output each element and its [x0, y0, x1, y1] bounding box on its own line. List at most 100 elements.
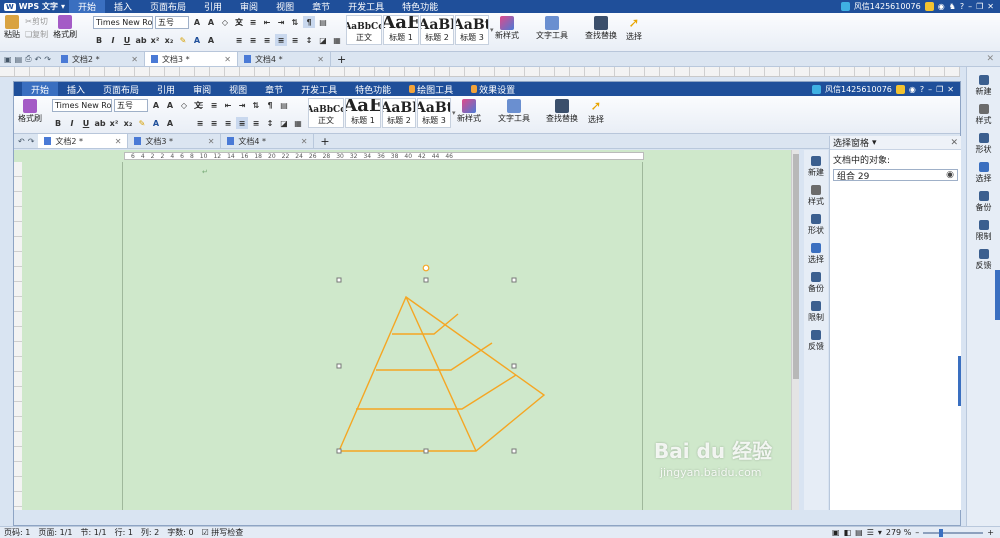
handle-bottom-left[interactable]	[336, 448, 342, 454]
view-page-icon[interactable]: ▣	[832, 528, 840, 537]
restore-icon[interactable]: ❐	[936, 85, 943, 94]
shrink-font-icon[interactable]: A	[164, 100, 176, 112]
undo-icon[interactable]: ↶	[35, 55, 42, 64]
strike-icon[interactable]: ab	[135, 34, 147, 46]
side-button-5[interactable]: 限制	[808, 301, 824, 323]
menu-3[interactable]: 引用	[195, 0, 231, 13]
select-button[interactable]: ➚ 选择	[626, 16, 642, 42]
side-button-6[interactable]: 反馈	[976, 249, 992, 271]
copy-button[interactable]: ❏ 复制	[25, 29, 48, 40]
font-size-select[interactable]: 五号	[114, 99, 148, 112]
outdent-icon[interactable]: ⇤	[222, 99, 234, 111]
inner-menu-7[interactable]: 开发工具	[292, 82, 346, 96]
tab-close-icon[interactable]: ✕	[115, 137, 122, 146]
shading-icon[interactable]: ◪	[317, 34, 329, 46]
side-button-2[interactable]: 形状	[976, 133, 992, 155]
distribute-icon[interactable]: ≡	[289, 34, 301, 46]
side-button-3[interactable]: 选择	[976, 162, 992, 184]
italic-icon[interactable]: I	[107, 34, 119, 46]
style-1[interactable]: AaE 标题 1	[383, 15, 419, 45]
tab-close-icon[interactable]: ✕	[208, 137, 215, 146]
align-center-icon[interactable]: ≡	[208, 117, 220, 129]
handle-top-right[interactable]	[511, 277, 517, 283]
outdent-icon[interactable]: ⇤	[261, 16, 273, 28]
open-icon[interactable]: ▤	[15, 55, 23, 64]
pyramid-line-3[interactable]	[356, 374, 517, 410]
folder-icon[interactable]	[895, 84, 905, 94]
handle-right[interactable]	[511, 363, 517, 369]
styles-more-icon[interactable]: ▾	[490, 26, 494, 34]
distribute-icon[interactable]: ≡	[250, 117, 262, 129]
eye-icon[interactable]: ◉	[946, 170, 954, 180]
underline-icon[interactable]: U	[121, 34, 133, 46]
paragraph-icon[interactable]: ▤	[278, 99, 290, 111]
scroll-thumb[interactable]	[793, 154, 799, 379]
rotate-handle[interactable]	[422, 264, 430, 272]
italic-icon[interactable]: I	[66, 117, 78, 129]
new-tab-button[interactable]: +	[331, 53, 352, 66]
handle-top-left[interactable]	[336, 277, 342, 283]
inner-menu-4[interactable]: 审阅	[184, 82, 220, 96]
pyramid-line-2[interactable]	[376, 342, 493, 371]
chevron-down-icon[interactable]: ▾	[872, 138, 877, 148]
menu-7[interactable]: 开发工具	[339, 0, 393, 13]
cut-button[interactable]: ✂ 剪切	[25, 16, 48, 27]
align-left-icon[interactable]: ≡	[194, 117, 206, 129]
skin-icon[interactable]: ◉	[909, 85, 916, 94]
subscript-icon[interactable]: x₂	[163, 34, 175, 46]
side-button-0[interactable]: 新建	[808, 156, 824, 178]
minimize-icon[interactable]: –	[928, 85, 932, 94]
grow-font-icon[interactable]: A	[191, 17, 203, 29]
doc-tab-0[interactable]: 文档2 * ✕	[38, 134, 129, 148]
inner-menu-9[interactable]: 绘图工具	[400, 82, 462, 96]
line-spacing-icon[interactable]: ↕	[264, 117, 276, 129]
zoom-slider[interactable]	[923, 528, 984, 537]
justify-icon[interactable]: ≡	[236, 117, 248, 129]
char-border-icon[interactable]: A	[205, 34, 217, 46]
font-color-icon[interactable]: A	[150, 117, 162, 129]
text-tools-button[interactable]: 文字工具	[498, 99, 530, 124]
shading-icon[interactable]: ◪	[278, 117, 290, 129]
highlight-icon[interactable]: ✎	[177, 34, 189, 46]
shirt-icon[interactable]: ♞	[949, 2, 956, 11]
restore-icon[interactable]: ❐	[976, 2, 983, 11]
menu-0[interactable]: 开始	[68, 0, 105, 13]
style-2[interactable]: AaBl 标题 2	[420, 15, 454, 45]
save-icon[interactable]: ▣	[4, 55, 12, 64]
close-icon[interactable]: ✕	[987, 2, 994, 11]
print-icon[interactable]: ⎙	[25, 54, 31, 64]
border-icon[interactable]: ▦	[292, 117, 304, 129]
new-style-button[interactable]: 新样式	[495, 16, 519, 41]
font-color-icon[interactable]: A	[191, 34, 203, 46]
find-replace-button[interactable]: 查找替换	[546, 99, 578, 124]
close-icon[interactable]: ✕	[947, 85, 954, 94]
grow-font-icon[interactable]: A	[150, 100, 162, 112]
menu-2[interactable]: 页面布局	[141, 0, 195, 13]
side-button-4[interactable]: 备份	[976, 191, 992, 213]
inner-menu-5[interactable]: 视图	[220, 82, 256, 96]
char-border-icon[interactable]: A	[164, 117, 176, 129]
superscript-icon[interactable]: x²	[149, 34, 161, 46]
show-marks-icon[interactable]: ¶	[264, 99, 276, 111]
style-0[interactable]: AaBbCc 正文	[346, 15, 382, 45]
spell-check[interactable]: ☑ 拼写检查	[198, 527, 248, 538]
zoom-thumb[interactable]	[939, 528, 944, 537]
handle-bottom-right[interactable]	[511, 448, 517, 454]
bold-icon[interactable]: B	[93, 34, 105, 46]
align-left-icon[interactable]: ≡	[233, 34, 245, 46]
menu-8[interactable]: 特色功能	[393, 0, 447, 13]
clear-format-icon[interactable]: ◇	[219, 17, 231, 29]
zoom-in-icon[interactable]: +	[987, 528, 994, 537]
align-center-icon[interactable]: ≡	[247, 34, 259, 46]
handle-left[interactable]	[336, 363, 342, 369]
style-3[interactable]: AaBt标题 3	[455, 15, 489, 45]
indent-icon[interactable]: ⇥	[275, 16, 287, 28]
doc-tab-0[interactable]: 文档2 * ✕	[55, 52, 145, 66]
align-right-icon[interactable]: ≡	[222, 117, 234, 129]
side-button-5[interactable]: 限制	[976, 220, 992, 242]
side-button-0[interactable]: 新建	[976, 75, 992, 97]
help-icon[interactable]: ?	[920, 85, 924, 94]
side-button-1[interactable]: 样式	[976, 104, 992, 126]
tab-close-icon[interactable]: ✕	[317, 55, 324, 64]
view-read-icon[interactable]: ▤	[855, 528, 863, 537]
